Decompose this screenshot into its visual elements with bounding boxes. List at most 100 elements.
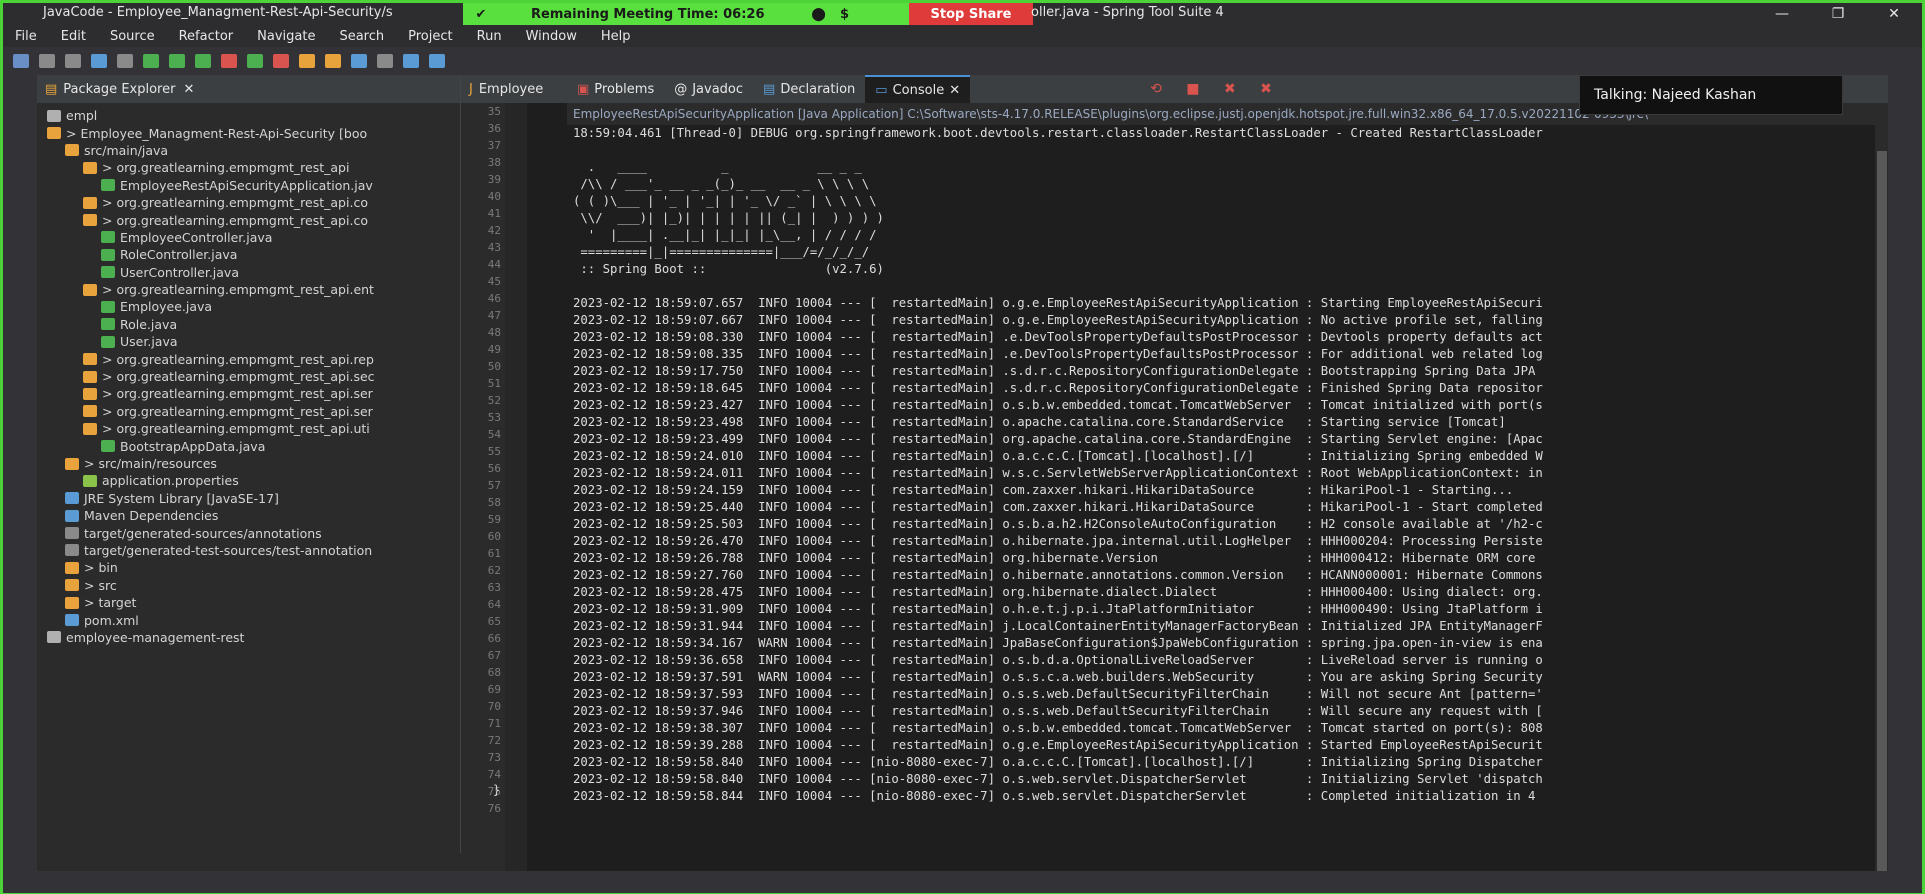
tree-item[interactable]: EmployeeRestApiSecurityApplication.jav xyxy=(37,177,460,194)
tree-item[interactable]: target/generated-test-sources/test-annot… xyxy=(37,542,460,559)
console-line: /\\ / ___'_ __ _ _(_)_ __ __ _ \ \ \ \ xyxy=(573,177,870,191)
line-number: 37 xyxy=(487,139,501,152)
external-tools-icon[interactable] xyxy=(247,54,263,68)
tree-item[interactable]: BootstrapAppData.java xyxy=(37,437,460,454)
tree-item[interactable]: > target xyxy=(37,594,460,611)
close-window-button[interactable]: ✕ xyxy=(1866,3,1922,25)
tree-item[interactable]: > org.greatlearning.empmgmt_rest_api xyxy=(37,159,460,176)
save-all-icon[interactable] xyxy=(65,54,81,68)
tab-javadoc[interactable]: @ Javadoc xyxy=(664,75,753,103)
tree-item-label: JRE System Library [JavaSE-17] xyxy=(84,490,279,506)
new-class-icon[interactable] xyxy=(299,54,315,68)
dollar-icon[interactable]: $ xyxy=(835,7,855,22)
tree-item[interactable]: target/generated-sources/annotations xyxy=(37,524,460,541)
package-explorer-tab[interactable]: ▤ Package Explorer ✕ xyxy=(37,75,460,103)
debug-icon[interactable] xyxy=(169,54,185,68)
menu-search[interactable]: Search xyxy=(327,29,396,44)
menu-navigate[interactable]: Navigate xyxy=(245,29,327,44)
console-line: 2023-02-12 18:59:36.658 INFO 10004 --- [… xyxy=(573,653,1543,667)
menu-refactor[interactable]: Refactor xyxy=(167,29,246,44)
explorer-horizontal-scrollbar[interactable] xyxy=(37,853,461,871)
tree-item[interactable]: > src/main/resources xyxy=(37,455,460,472)
tree-item-label: EmployeeController.java xyxy=(120,229,273,245)
console-line: 2023-02-12 18:59:24.011 INFO 10004 --- [… xyxy=(573,466,1543,480)
close-console-icon[interactable]: ✕ xyxy=(949,83,960,98)
tree-item[interactable]: > bin xyxy=(37,559,460,576)
package-explorer-title: Package Explorer xyxy=(63,81,176,97)
menu-run[interactable]: Run xyxy=(465,29,514,44)
menu-help[interactable]: Help xyxy=(589,29,643,44)
scroll-thumb[interactable] xyxy=(1877,151,1887,871)
tree-item[interactable]: > org.greatlearning.empmgmt_rest_api.sec xyxy=(37,368,460,385)
tree-item-label: target/generated-sources/annotations xyxy=(84,525,322,541)
menu-project[interactable]: Project xyxy=(396,29,464,44)
menu-file[interactable]: File xyxy=(3,29,49,44)
tree-item[interactable]: pom.xml xyxy=(37,611,460,628)
search-icon[interactable] xyxy=(351,54,367,68)
tree-item[interactable]: > org.greatlearning.empmgmt_rest_api.co xyxy=(37,211,460,228)
console-line: =========|_|==============|___/=/_/_/_/ xyxy=(573,245,870,259)
tree-item[interactable]: > Employee_Managment-Rest-Api-Security [… xyxy=(37,124,460,141)
terminal-icon[interactable] xyxy=(91,54,107,68)
security-icon[interactable]: ⬤ xyxy=(809,7,829,22)
forward-icon[interactable] xyxy=(429,54,445,68)
tree-item[interactable]: Employee.java xyxy=(37,298,460,315)
tree-item[interactable]: employee-management-rest xyxy=(37,629,460,646)
run-icon[interactable] xyxy=(195,54,211,68)
line-number: 66 xyxy=(487,632,501,645)
tree-item[interactable]: application.properties xyxy=(37,472,460,489)
tree-item[interactable]: EmployeeController.java xyxy=(37,229,460,246)
console-vertical-scrollbar[interactable] xyxy=(1875,125,1889,871)
tree-item[interactable]: Maven Dependencies xyxy=(37,507,460,524)
tree-item[interactable]: JRE System Library [JavaSE-17] xyxy=(37,490,460,507)
save-icon[interactable] xyxy=(39,54,55,68)
tree-item[interactable]: empl xyxy=(37,107,460,124)
stop-share-button[interactable]: Stop Share xyxy=(909,3,1033,25)
tree-item[interactable]: RoleController.java xyxy=(37,246,460,263)
line-number: 70 xyxy=(487,700,501,713)
line-number: 40 xyxy=(487,190,501,203)
console-line: 2023-02-12 18:59:07.657 INFO 10004 --- [… xyxy=(573,296,1543,310)
minimize-button[interactable]: — xyxy=(1754,3,1810,25)
code-area[interactable]: } xyxy=(493,103,527,871)
console-line: 2023-02-12 18:59:58.844 INFO 10004 --- [… xyxy=(573,789,1536,803)
tree-item[interactable]: > org.greatlearning.empmgmt_rest_api.uti xyxy=(37,420,460,437)
tree-item[interactable]: > org.greatlearning.empmgmt_rest_api.ser xyxy=(37,403,460,420)
tree-item[interactable]: > org.greatlearning.empmgmt_rest_api.co xyxy=(37,194,460,211)
console-line: 2023-02-12 18:59:17.750 INFO 10004 --- [… xyxy=(573,364,1536,378)
skip-icon[interactable] xyxy=(117,54,133,68)
tab-problems[interactable]: ▣ Problems xyxy=(567,75,664,103)
tree-item[interactable]: User.java xyxy=(37,333,460,350)
menu-source[interactable]: Source xyxy=(98,29,167,44)
problems-icon: ▣ xyxy=(577,81,590,97)
tree-node-icon xyxy=(83,370,97,383)
console-icon: ▭ xyxy=(875,82,888,98)
tree-item[interactable]: > org.greatlearning.empmgmt_rest_api.ent xyxy=(37,281,460,298)
stop-icon[interactable] xyxy=(221,54,237,68)
new-icon[interactable] xyxy=(13,54,29,68)
open-type-icon[interactable] xyxy=(325,54,341,68)
line-number: 47 xyxy=(487,309,501,322)
line-number: 36 xyxy=(487,122,501,135)
tab-console[interactable]: ▭ Console ✕ xyxy=(865,75,971,103)
console-output[interactable]: 18:59:04.461 [Thread-0] DEBUG org.spring… xyxy=(573,125,1871,871)
tree-item[interactable]: > org.greatlearning.empmgmt_rest_api.ser xyxy=(37,385,460,402)
console-line: 2023-02-12 18:59:23.498 INFO 10004 --- [… xyxy=(573,415,1506,429)
tab-declaration[interactable]: ▤ Declaration xyxy=(753,75,865,103)
annotation-icon[interactable] xyxy=(377,54,393,68)
tree-item[interactable]: UserController.java xyxy=(37,264,460,281)
menu-window[interactable]: Window xyxy=(514,29,589,44)
tree-item[interactable]: > src xyxy=(37,577,460,594)
tree-item[interactable]: Role.java xyxy=(37,316,460,333)
tree-item[interactable]: src/main/java xyxy=(37,142,460,159)
close-icon[interactable]: ✕ xyxy=(183,82,194,97)
back-icon[interactable] xyxy=(403,54,419,68)
menu-edit[interactable]: Edit xyxy=(49,29,98,44)
line-number: 73 xyxy=(487,751,501,764)
restore-button[interactable]: ❐ xyxy=(1810,3,1866,25)
coverage-icon[interactable] xyxy=(273,54,289,68)
tree-item[interactable]: > org.greatlearning.empmgmt_rest_api.rep xyxy=(37,350,460,367)
boot-icon[interactable] xyxy=(143,54,159,68)
console-line: 2023-02-12 18:59:31.909 INFO 10004 --- [… xyxy=(573,602,1543,616)
